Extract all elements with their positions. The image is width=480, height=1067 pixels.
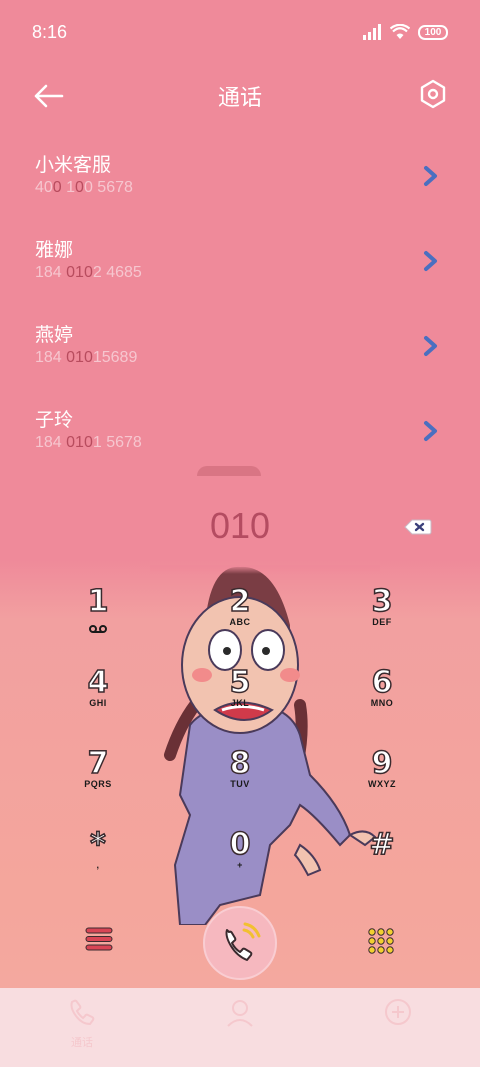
chevron-right-icon[interactable]: [420, 334, 440, 358]
contact-item[interactable]: 雅娜 184 0102 4685: [0, 225, 480, 310]
contact-name: 子玲: [35, 409, 74, 431]
contact-number: 184 0101 5678: [35, 434, 142, 451]
chevron-right-icon[interactable]: [420, 249, 440, 273]
key-1[interactable]: 1: [28, 584, 168, 661]
key-5[interactable]: 5 JKL: [170, 665, 310, 742]
contact-item[interactable]: 燕婷 184 01015689: [0, 310, 480, 395]
nav-item-contacts[interactable]: [200, 996, 280, 1032]
dialpad-toggle-icon[interactable]: [366, 926, 396, 956]
key-star[interactable]: * ,: [28, 827, 168, 904]
key-3[interactable]: 3 DEF: [312, 584, 452, 661]
backspace-icon[interactable]: [404, 518, 432, 536]
page-title: 通话: [217, 86, 262, 111]
phone-icon: [70, 999, 95, 1026]
panel-drag-handle[interactable]: [197, 466, 261, 476]
nav-label: 通话: [71, 1036, 93, 1049]
contact-suggestions-list: 小米客服 400 100 5678 雅娜 184 0102 4685 燕婷 18…: [0, 140, 480, 480]
key-6[interactable]: 6 MNO: [312, 665, 452, 742]
status-bar: 8:16 100: [0, 0, 480, 68]
key-8[interactable]: 8 TUV: [170, 746, 310, 823]
menu-icon[interactable]: [84, 924, 114, 954]
chevron-right-icon[interactable]: [420, 164, 440, 188]
header: 通话: [0, 68, 480, 122]
key-2[interactable]: 2 ABC: [170, 584, 310, 661]
bottom-navigation: 通话: [0, 988, 480, 1067]
contact-name: 燕婷: [35, 324, 74, 346]
call-button[interactable]: [203, 906, 277, 980]
status-icons: 100: [362, 24, 448, 40]
contact-item[interactable]: 小米客服 400 100 5678: [0, 140, 480, 225]
wifi-icon: [390, 24, 410, 39]
battery-indicator: 100: [418, 24, 448, 40]
chevron-right-icon[interactable]: [420, 419, 440, 443]
nav-item-yellow-pages[interactable]: [358, 996, 438, 1032]
yellow-pages-icon: [385, 999, 411, 1025]
voicemail-icon: [89, 625, 107, 633]
contact-number: 400 100 5678: [35, 179, 133, 196]
key-hash[interactable]: #: [312, 827, 452, 904]
nav-item-calls[interactable]: 通话: [42, 996, 122, 1050]
key-4[interactable]: 4 GHI: [28, 665, 168, 742]
contact-number: 184 0102 4685: [35, 264, 142, 281]
key-9[interactable]: 9 WXYZ: [312, 746, 452, 823]
hexagon-gear-icon[interactable]: [418, 78, 448, 110]
contact-name: 小米客服: [35, 154, 112, 176]
contacts-icon: [227, 1000, 253, 1027]
key-digit: 1: [87, 584, 109, 620]
signal-icon: [363, 24, 381, 40]
status-time: 8:16: [32, 22, 68, 42]
phone-call-icon: [225, 922, 261, 961]
key-0[interactable]: 0 +: [170, 827, 310, 904]
contact-number: 184 01015689: [35, 349, 138, 366]
contact-name: 雅娜: [35, 239, 74, 261]
key-7[interactable]: 7 PQRS: [28, 746, 168, 823]
